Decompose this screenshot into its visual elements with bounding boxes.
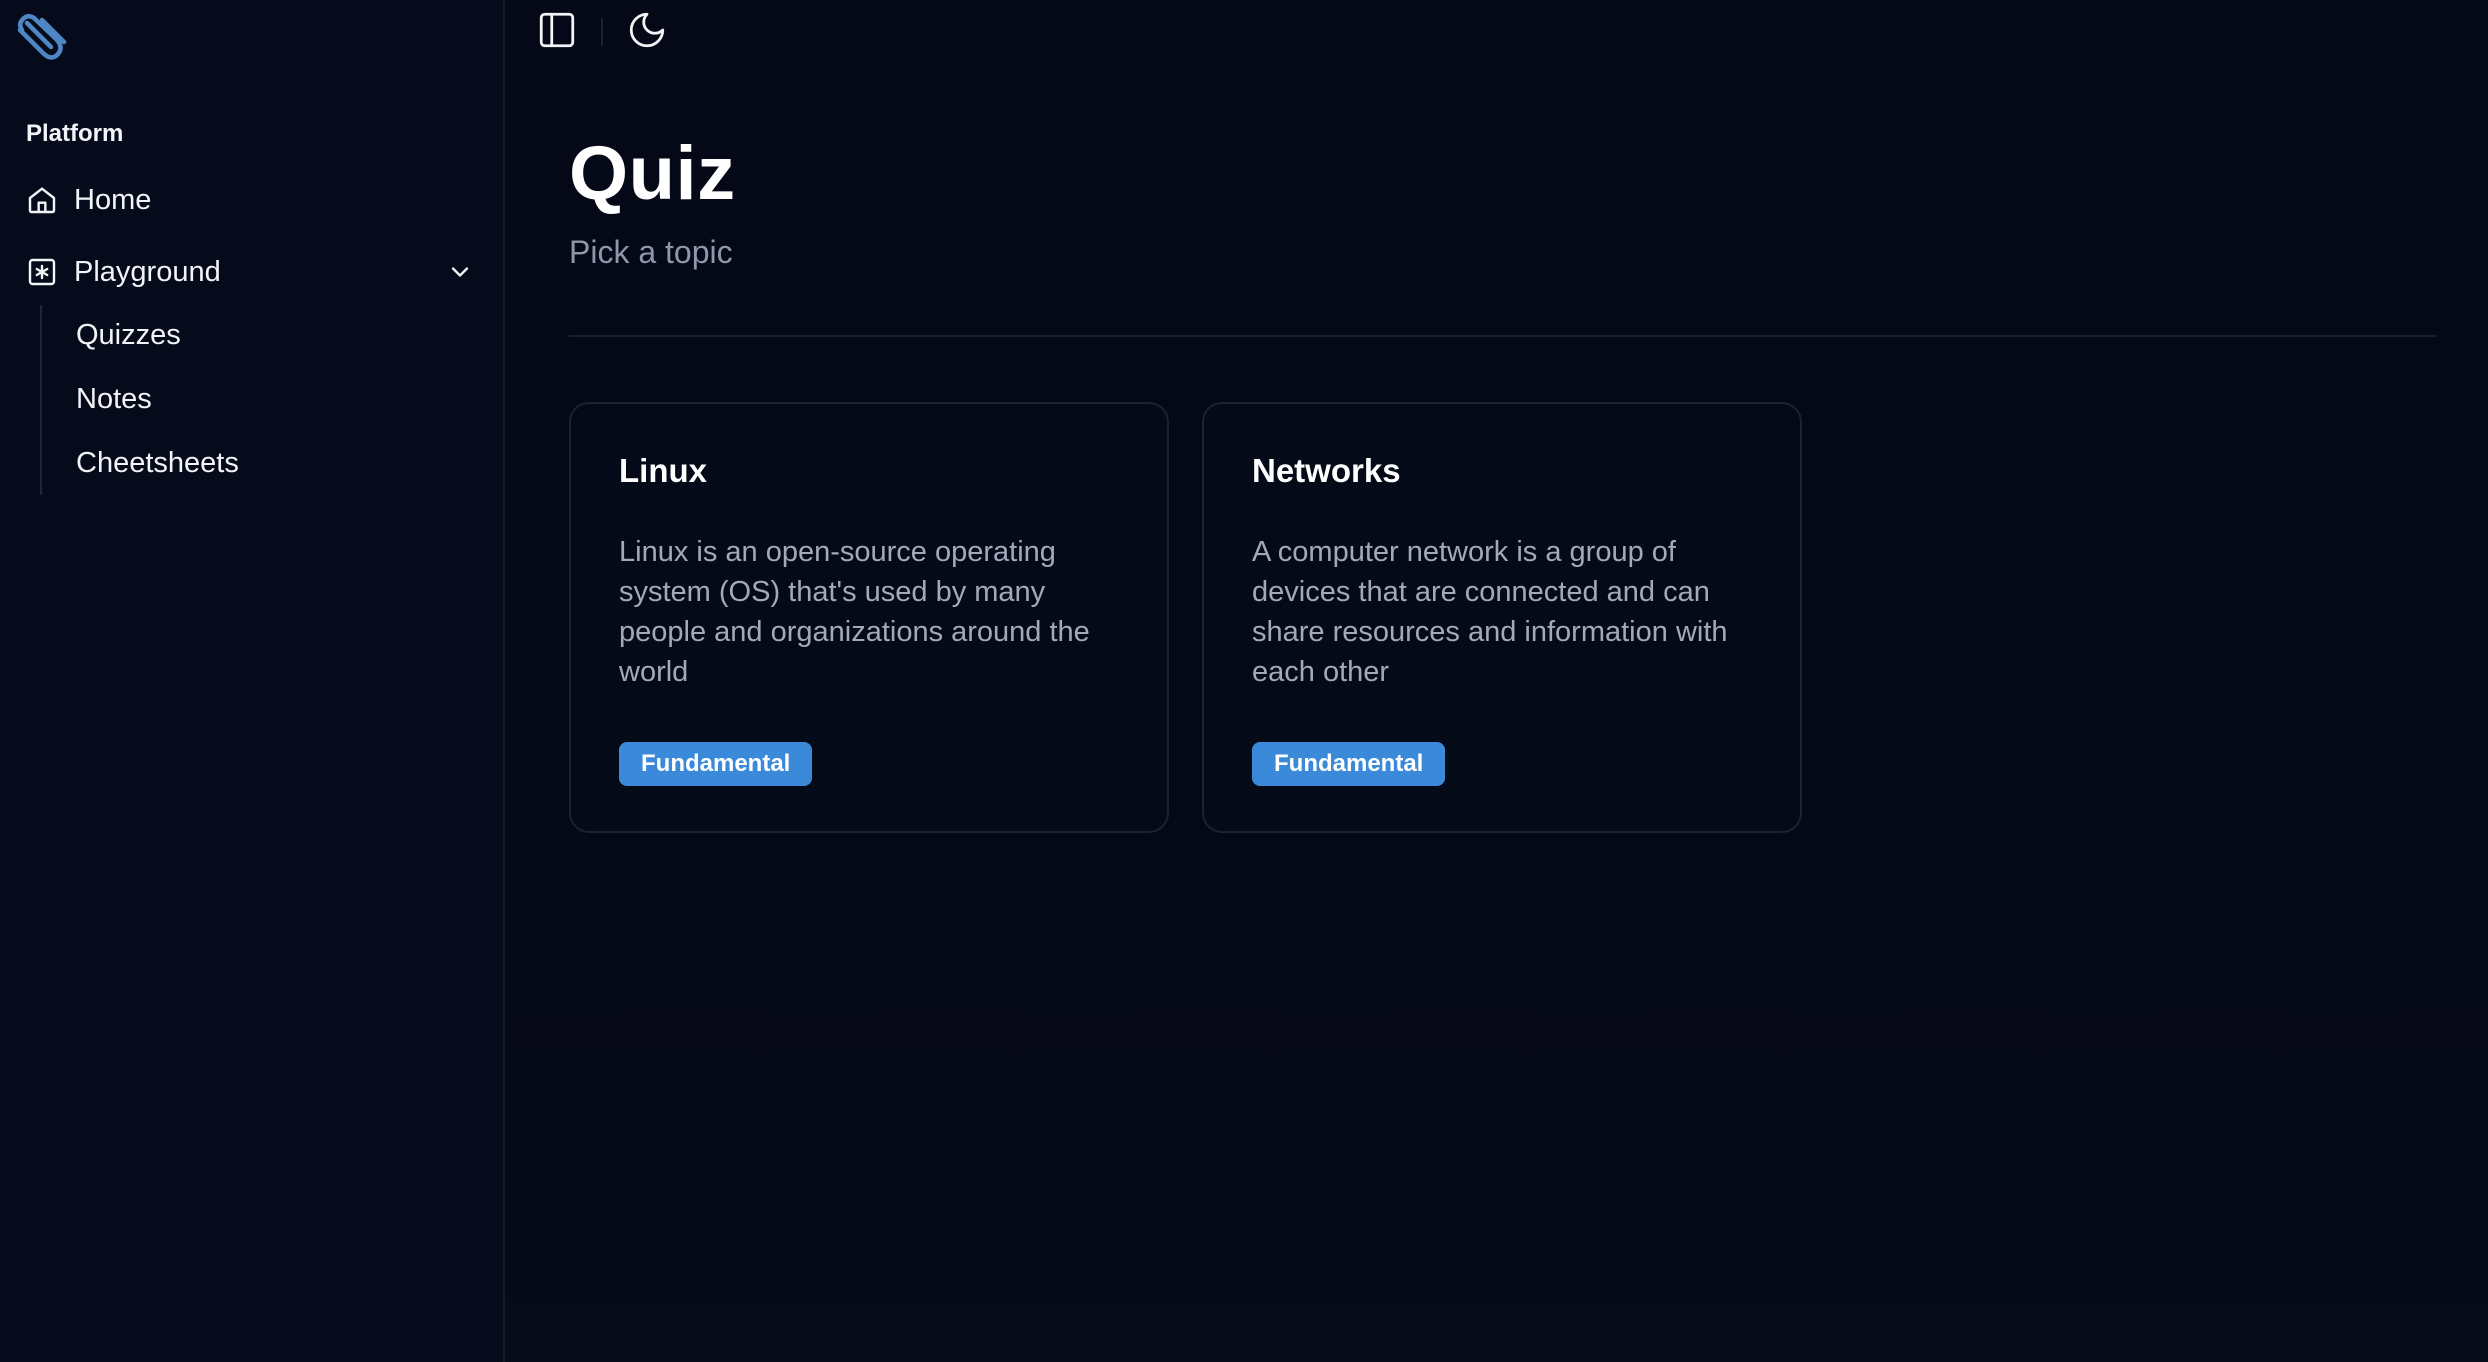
topic-card-networks[interactable]: Networks A computer network is a group o… [1202, 402, 1802, 833]
page-subtitle: Pick a topic [569, 234, 733, 270]
sidebar-section-label: Platform [26, 120, 124, 147]
main-content: Quiz Pick a topic Linux Linux is an open… [505, 0, 2488, 1362]
sidebar-toggle-icon [536, 9, 578, 56]
card-description: Linux is an open-source operating system… [619, 536, 1090, 688]
card-title: Networks [1252, 452, 1401, 489]
card-description: A computer network is a group of devices… [1252, 536, 1728, 688]
theme-toggle-button[interactable] [623, 8, 671, 56]
sidebar-item-label: Home [74, 183, 152, 216]
sidebar-item-playground[interactable]: Playground [26, 248, 476, 296]
toolbar-separator [601, 18, 603, 46]
moon-icon [626, 9, 668, 56]
sidebar-item-quizzes[interactable]: Quizzes [76, 319, 181, 352]
sidebar-item-cheetsheets[interactable]: Cheetsheets [76, 447, 239, 480]
card-title: Linux [619, 452, 707, 489]
page-title: Quiz [569, 131, 736, 216]
topic-card-linux[interactable]: Linux Linux is an open-source operating … [569, 402, 1169, 833]
level-badge: Fundamental [1252, 742, 1446, 786]
playground-icon [26, 256, 58, 288]
sidebar: Platform Home Playground Quizzes Notes C… [0, 0, 505, 1362]
level-badge: Fundamental [619, 742, 813, 786]
home-icon [26, 184, 58, 216]
divider [569, 335, 2437, 337]
sidebar-item-label: Playground [74, 255, 221, 288]
sidebar-toggle-button[interactable] [533, 8, 581, 56]
app-window: Platform Home Playground Quizzes Notes C… [0, 0, 2488, 1362]
paperclip-logo-icon[interactable] [14, 14, 72, 64]
sidebar-item-home[interactable]: Home [26, 176, 151, 224]
sidebar-item-notes[interactable]: Notes [76, 383, 152, 416]
chevron-down-icon[interactable] [444, 256, 476, 288]
playground-submenu: Quizzes Notes Cheetsheets [40, 305, 420, 495]
